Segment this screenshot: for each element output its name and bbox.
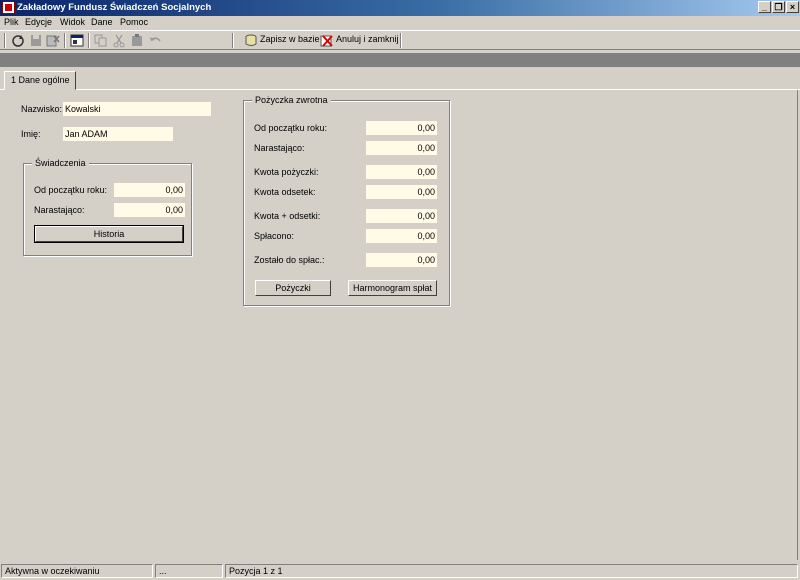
undo-icon[interactable] [147, 33, 163, 48]
general-data-panel: Nazwisko: Kowalski Imię: Jan ADAM Świadc… [0, 90, 798, 560]
window-title: Zakładowy Fundusz Świadczeń Socjalnych [17, 2, 212, 13]
loan-ytd-field[interactable]: 0,00 [366, 121, 437, 135]
repaid-field[interactable]: 0,00 [366, 229, 437, 243]
toolbar-separator [88, 33, 90, 48]
amount-plus-interest-field[interactable]: 0,00 [366, 209, 437, 223]
save-db-icon [243, 33, 259, 48]
app-icon[interactable] [2, 1, 15, 14]
loan-amount-field[interactable]: 0,00 [366, 165, 437, 179]
toolbar-separator [232, 33, 234, 48]
menu-widok[interactable]: Widok [60, 17, 85, 27]
cancel-close-icon [319, 33, 335, 48]
menu-dane[interactable]: Dane [91, 17, 113, 27]
minimize-button[interactable]: _ [758, 1, 771, 13]
save-disk-icon[interactable] [28, 33, 44, 48]
menu-edycje[interactable]: Edycje [25, 17, 52, 27]
menu-bar: Plik Edycje Widok Dane Pomoc [0, 16, 800, 30]
refresh-icon[interactable] [10, 33, 26, 48]
menu-plik[interactable]: Plik [4, 17, 19, 27]
surname-label: Nazwisko: [21, 104, 63, 114]
remaining-label: Zostało do spłac.: [254, 255, 325, 265]
toolbar-separator [64, 33, 66, 48]
surname-field[interactable]: Kowalski [63, 102, 211, 116]
delete-icon[interactable] [45, 33, 61, 48]
toolbar: Zapisz w bazie Anuluj i zamknij [0, 30, 800, 50]
copy-icon[interactable] [93, 33, 109, 48]
toolbar-separator [400, 33, 402, 48]
amount-plus-interest-label: Kwota + odsetki: [254, 211, 321, 221]
loan-ytd-label: Od początku roku: [254, 123, 328, 133]
interest-amount-label: Kwota odsetek: [254, 187, 316, 197]
loan-group: Pożyczka zwrotna Od początku roku: 0,00 … [243, 95, 450, 306]
loan-cumulative-label: Narastająco: [254, 143, 305, 153]
benefits-ytd-label: Od początku roku: [34, 185, 108, 195]
benefits-ytd-field[interactable]: 0,00 [114, 183, 185, 197]
interest-amount-field[interactable]: 0,00 [366, 185, 437, 199]
paste-icon[interactable] [129, 33, 145, 48]
benefits-group-title: Świadczenia [32, 158, 89, 168]
remaining-field[interactable]: 0,00 [366, 253, 437, 267]
toolbar-grip [4, 33, 6, 48]
first-name-label: Imię: [21, 129, 41, 139]
cut-icon[interactable] [111, 33, 127, 48]
status-state: Aktywna w oczekiwaniu [1, 564, 153, 578]
properties-icon[interactable] [69, 33, 85, 48]
header-strip [0, 53, 800, 67]
loan-group-title: Pożyczka zwrotna [252, 95, 331, 105]
repayment-schedule-button[interactable]: Harmonogram spłat [348, 280, 437, 296]
title-bar[interactable]: Zakładowy Fundusz Świadczeń Socjalnych _… [0, 0, 800, 16]
repaid-label: Spłacono: [254, 231, 295, 241]
status-bar: Aktywna w oczekiwaniu ... Pozycja 1 z 1 [0, 562, 800, 580]
menu-pomoc[interactable]: Pomoc [120, 17, 148, 27]
restore-button[interactable]: ❐ [772, 1, 785, 13]
loans-button[interactable]: Pożyczki [255, 280, 331, 296]
benefits-cumulative-label: Narastająco: [34, 205, 85, 215]
status-extra: ... [155, 564, 223, 578]
history-button[interactable]: Historia [34, 225, 184, 243]
close-button[interactable]: × [786, 1, 799, 13]
tab-strip: 1 Dane ogólne [0, 69, 800, 90]
first-name-field[interactable]: Jan ADAM [63, 127, 173, 141]
tab-general-data[interactable]: 1 Dane ogólne [4, 71, 76, 90]
benefits-group: Świadczenia Od początku roku: 0,00 Naras… [23, 158, 192, 256]
benefits-cumulative-field[interactable]: 0,00 [114, 203, 185, 217]
cancel-and-close-button[interactable]: Anuluj i zamknij [336, 34, 399, 44]
loan-amount-label: Kwota pożyczki: [254, 167, 319, 177]
save-to-database-button[interactable]: Zapisz w bazie [260, 34, 320, 44]
status-position: Pozycja 1 z 1 [225, 564, 798, 578]
loan-cumulative-field[interactable]: 0,00 [366, 141, 437, 155]
